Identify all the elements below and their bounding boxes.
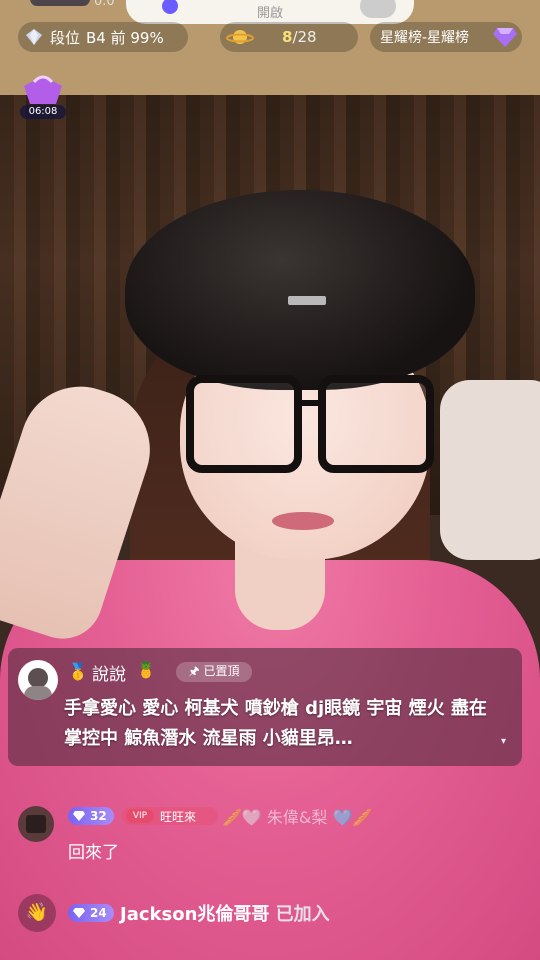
level-badge: 32 (68, 807, 114, 825)
chat-message[interactable]: 32 VIP 旺旺來 🥖🤍 朱偉&梨 🩵🥖 回來了 (18, 802, 518, 866)
notification-action[interactable] (360, 0, 396, 18)
pinned-username[interactable]: 說說 (92, 660, 126, 685)
level-badge: 24 (68, 904, 114, 922)
diamond-icon (73, 811, 85, 821)
level-value: 32 (90, 809, 107, 823)
streamer-beret (125, 190, 475, 390)
medal-icon: 🥇 (68, 662, 88, 681)
pinned-message[interactable]: 🥇 說說 🍍 🖈 已置頂 手拿愛心 愛心 柯基犬 噴鈔槍 dj眼鏡 宇宙 煙火 … (8, 648, 522, 766)
join-suffix: 已加入 (269, 904, 330, 925)
gift-timer-badge[interactable]: 06:08 (16, 72, 70, 120)
partial-count: 0.0 (94, 0, 115, 9)
join-text: Jackson兆倫哥哥 已加入 (120, 900, 330, 926)
glasses-lens-left (186, 375, 302, 473)
notification-banner[interactable]: 開啟 (126, 0, 414, 24)
planet-progress: 8 (282, 28, 293, 46)
pinned-text: 手拿愛心 愛心 柯基犬 噴鈔槍 dj眼鏡 宇宙 煙火 盡在掌控中 鯨魚潛水 流星… (64, 698, 487, 749)
join-username[interactable]: Jackson兆倫哥哥 (120, 904, 269, 925)
planet-icon (226, 30, 254, 44)
streamer-lips (272, 512, 334, 530)
purple-gem-icon (493, 28, 517, 47)
fan-club-badge: VIP 旺旺來 (122, 807, 218, 825)
level-value: 24 (90, 906, 107, 920)
rank-pill[interactable]: 段位 B4 前 99% (18, 22, 188, 52)
chat-text: 回來了 (68, 843, 119, 863)
avatar[interactable] (18, 806, 54, 842)
beret-badge (288, 296, 326, 305)
star-rank-pill[interactable]: 星耀榜-星耀榜 (370, 22, 522, 52)
planet-task-pill[interactable]: 8 /28 (220, 22, 358, 52)
gift-timer: 06:08 (20, 105, 66, 119)
rank-label: 段位 (50, 28, 81, 47)
rank-value: B4 前 99% (86, 28, 164, 47)
chat-username[interactable]: 🥖🤍 朱偉&梨 🩵🥖 (222, 804, 372, 828)
fan-club-name: 旺旺來 (160, 809, 197, 824)
join-notice: 👋 24 Jackson兆倫哥哥 已加入 (18, 892, 518, 936)
glasses-lens-right (318, 375, 434, 473)
wave-hand-icon[interactable]: 👋 (18, 894, 56, 932)
expand-icon[interactable]: ▾ (501, 736, 506, 747)
host-avatar-fragment[interactable] (30, 0, 90, 6)
planet-total: /28 (292, 28, 317, 46)
avatar[interactable] (18, 660, 58, 700)
fan-heart-icon: VIP (126, 809, 154, 823)
glasses-bridge (300, 400, 322, 406)
star-rank-label: 星耀榜-星耀榜 (380, 30, 470, 46)
pinned-tag: 🖈 已置頂 (176, 662, 252, 682)
pineapple-icon: 🍍 (136, 660, 156, 679)
diamond-icon (26, 29, 42, 45)
pillow (440, 380, 540, 560)
diamond-icon (73, 908, 85, 918)
